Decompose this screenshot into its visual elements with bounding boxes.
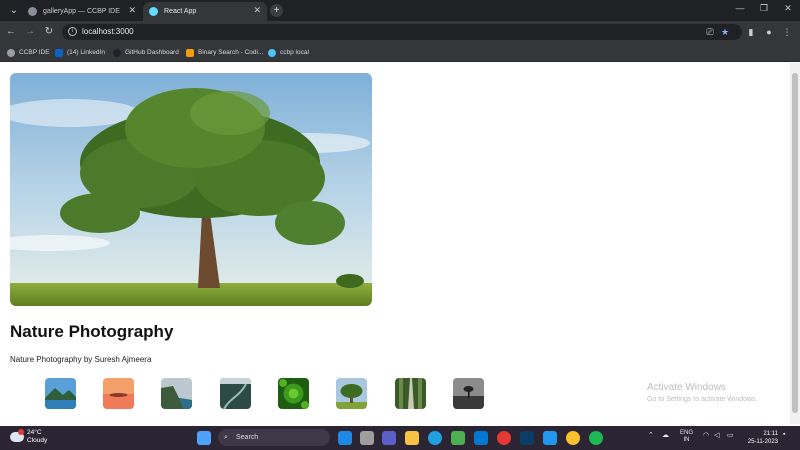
tree-thumbnail[interactable] xyxy=(336,378,367,409)
search-label: Search xyxy=(236,434,259,441)
search-icon: ⌕ xyxy=(224,434,228,441)
cloud-sync-icon[interactable]: ☁ xyxy=(662,431,669,439)
page-viewport: Nature Photography Nature Photography by… xyxy=(0,63,790,424)
windows-start-icon[interactable] xyxy=(197,431,211,445)
watermark-subtitle: Go to Settings to activate Windows. xyxy=(647,396,758,403)
react-icon xyxy=(268,48,276,57)
install-app-icon[interactable]: ⎚ xyxy=(703,25,717,39)
spotify-icon[interactable] xyxy=(589,431,603,445)
page-subtitle: Nature Photography by Suresh Ajmeera xyxy=(10,355,152,364)
close-window-icon[interactable]: ✕ xyxy=(778,3,798,14)
edge-icon[interactable] xyxy=(428,431,442,445)
menu-kebab-icon[interactable]: ⋮ xyxy=(780,25,794,39)
new-tab-button[interactable]: + xyxy=(270,4,283,17)
tab-label: React App xyxy=(164,8,197,15)
mountain-road-thumbnail[interactable] xyxy=(220,378,251,409)
language-indicator[interactable]: ENG IN xyxy=(680,430,693,444)
notification-badge xyxy=(18,429,24,435)
bookmark-label: Binary Search - Codi... xyxy=(198,49,264,56)
forest-road-thumbnail[interactable] xyxy=(395,378,426,409)
bookmarks-bar: CCBP IDE (14) LinkedIn GitHub Dashboard … xyxy=(0,43,800,62)
mail-icon[interactable] xyxy=(474,431,488,445)
clock-time: 21:11 xyxy=(763,431,778,437)
taskbar-search[interactable]: ⌕ Search xyxy=(218,429,330,446)
linkedin-icon xyxy=(55,48,63,57)
bookmark-label: GitHub Dashboard xyxy=(125,49,179,56)
store-icon[interactable] xyxy=(451,431,465,445)
close-tab-icon[interactable]: ✕ xyxy=(128,5,136,16)
bookmark-label: CCBP IDE xyxy=(19,49,50,56)
language-code: ENG xyxy=(680,430,694,436)
bookmark-binary-search[interactable]: Binary Search - Codi... xyxy=(186,47,263,58)
copilot-icon[interactable] xyxy=(338,431,352,445)
github-icon xyxy=(113,48,121,57)
address-text: localhost:3000 xyxy=(82,27,134,36)
react-favicon-icon xyxy=(149,7,158,16)
bookmark-ccbp-ide[interactable]: CCBP IDE xyxy=(7,47,50,58)
weather-temp: 24°C xyxy=(27,429,42,436)
chrome-active-icon[interactable] xyxy=(566,431,580,445)
profile-icon[interactable]: ● xyxy=(762,25,776,39)
bookmark-linkedin[interactable]: (14) LinkedIn xyxy=(55,47,105,58)
tab-label: galleryApp — CCBP IDE xyxy=(43,8,120,15)
tab-react-app[interactable]: React App ✕ xyxy=(143,2,267,21)
weather-widget[interactable]: 24°C Cloudy xyxy=(10,429,47,445)
close-tab-icon[interactable]: ✕ xyxy=(253,5,261,16)
bookmark-ccbp-local[interactable]: ccbp local xyxy=(268,47,309,58)
address-bar[interactable]: i localhost:3000 xyxy=(62,24,742,40)
sunset-thumbnail[interactable] xyxy=(103,378,134,409)
notifications-icon[interactable]: ▪ xyxy=(783,431,785,438)
system-clock[interactable]: 21:11 25-11-2023 xyxy=(742,430,778,446)
site-info-icon[interactable]: i xyxy=(68,27,77,36)
taskbar: 24°C Cloudy ⌕ Search ⌃ ☁ ENG IN ◠ ◁ ▭ 21… xyxy=(0,426,800,450)
task-view-icon[interactable] xyxy=(360,431,374,445)
reload-icon[interactable]: ↻ xyxy=(42,25,56,39)
ccbp-favicon-icon xyxy=(28,7,37,16)
chrome-icon[interactable] xyxy=(497,431,511,445)
cliff-thumbnail[interactable] xyxy=(161,378,192,409)
docker-icon[interactable] xyxy=(543,431,557,445)
green-plant-thumbnail[interactable] xyxy=(278,378,309,409)
bookmark-label: (14) LinkedIn xyxy=(67,49,105,56)
bookmark-label: ccbp local xyxy=(280,49,309,56)
browser-toolbar: ← → ↻ i localhost:3000 ⎚ ★ ▮ ● ⋮ xyxy=(0,21,800,43)
watermark-title: Activate Windows xyxy=(647,382,726,393)
bookmark-github-dashboard[interactable]: GitHub Dashboard xyxy=(113,47,179,58)
tab-strip: ⌄ galleryApp — CCBP IDE ✕ React App ✕ + … xyxy=(0,0,800,21)
file-explorer-icon[interactable] xyxy=(405,431,419,445)
side-panel-icon[interactable]: ▮ xyxy=(744,25,758,39)
bw-tree-thumbnail[interactable] xyxy=(453,378,484,409)
forward-icon[interactable]: → xyxy=(23,25,37,39)
ccbp-icon xyxy=(7,48,15,57)
minimize-icon[interactable]: — xyxy=(730,3,750,13)
vscode-icon[interactable] xyxy=(520,431,534,445)
bookmark-star-icon[interactable]: ★ xyxy=(718,25,732,39)
tab-gallery-app[interactable]: galleryApp — CCBP IDE ✕ xyxy=(22,2,142,21)
wifi-icon[interactable]: ◠ xyxy=(703,431,709,439)
weather-desc: Cloudy xyxy=(27,437,48,444)
volume-icon[interactable]: ◁ xyxy=(714,431,719,439)
lake-mountain-thumbnail[interactable] xyxy=(45,378,76,409)
battery-icon[interactable]: ▭ xyxy=(727,431,734,439)
region-code: IN xyxy=(683,437,690,443)
codingninjas-icon xyxy=(186,48,194,57)
teams-icon[interactable] xyxy=(382,431,396,445)
tab-search-chevron-icon[interactable]: ⌄ xyxy=(6,3,22,18)
restore-icon[interactable]: ❐ xyxy=(754,3,774,14)
back-icon[interactable]: ← xyxy=(4,25,18,39)
page-scrollbar[interactable] xyxy=(790,63,800,424)
activate-windows-watermark: Activate Windows Go to Settings to activ… xyxy=(647,382,758,403)
tray-chevron-icon[interactable]: ⌃ xyxy=(648,431,654,439)
clock-date: 25-11-2023 xyxy=(747,439,778,445)
scrollbar-thumb[interactable] xyxy=(792,73,798,413)
page-title: Nature Photography xyxy=(10,322,174,341)
main-image xyxy=(10,73,372,306)
